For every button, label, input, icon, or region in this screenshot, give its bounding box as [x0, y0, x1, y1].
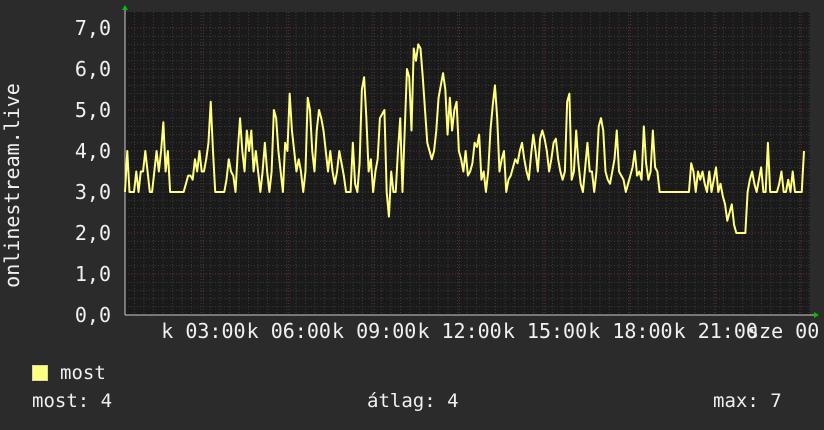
x-tick-label: k 21:00	[674, 319, 758, 343]
y-tick-label: 7,0	[75, 16, 111, 40]
y-tick-label: 5,0	[75, 98, 111, 122]
line-chart: 0,01,02,03,04,05,06,07,0k 03:00 k 06:00 k …	[0, 5, 824, 343]
stat-current: most: 4	[32, 390, 113, 412]
y-tick-label: 2,0	[75, 221, 111, 245]
y-axis-label: onlinestream.live	[0, 83, 24, 288]
x-tick-label: sze 00:00	[747, 319, 824, 343]
y-tick-label: 3,0	[75, 180, 111, 204]
y-tick-label: 1,0	[75, 262, 111, 286]
x-tick-label: k 18:00	[588, 319, 672, 343]
y-tick-label: 0,0	[75, 303, 111, 327]
legend: most	[32, 362, 106, 384]
x-tick-label: k 15:00	[503, 319, 587, 343]
y-tick-label: 6,0	[75, 57, 111, 81]
legend-swatch	[32, 365, 48, 381]
x-axis-arrow	[814, 312, 819, 318]
legend-label: most	[60, 362, 106, 384]
stat-average: átlag: 4	[367, 390, 459, 412]
x-tick-label: k 12:00	[417, 319, 501, 343]
x-tick-label: k 03:00	[161, 319, 245, 343]
y-axis-arrow	[122, 5, 128, 10]
x-tick-label: k 09:00	[332, 319, 416, 343]
stat-maximum: max: 7	[713, 390, 782, 412]
x-tick-label: k 06:00	[247, 319, 331, 343]
y-tick-label: 4,0	[75, 139, 111, 163]
chart-panel: 0,0 1,0 2,0 3,0 4,0 5,0 6,0 7,0 k 03:00 k 06:00 k …	[0, 0, 824, 430]
